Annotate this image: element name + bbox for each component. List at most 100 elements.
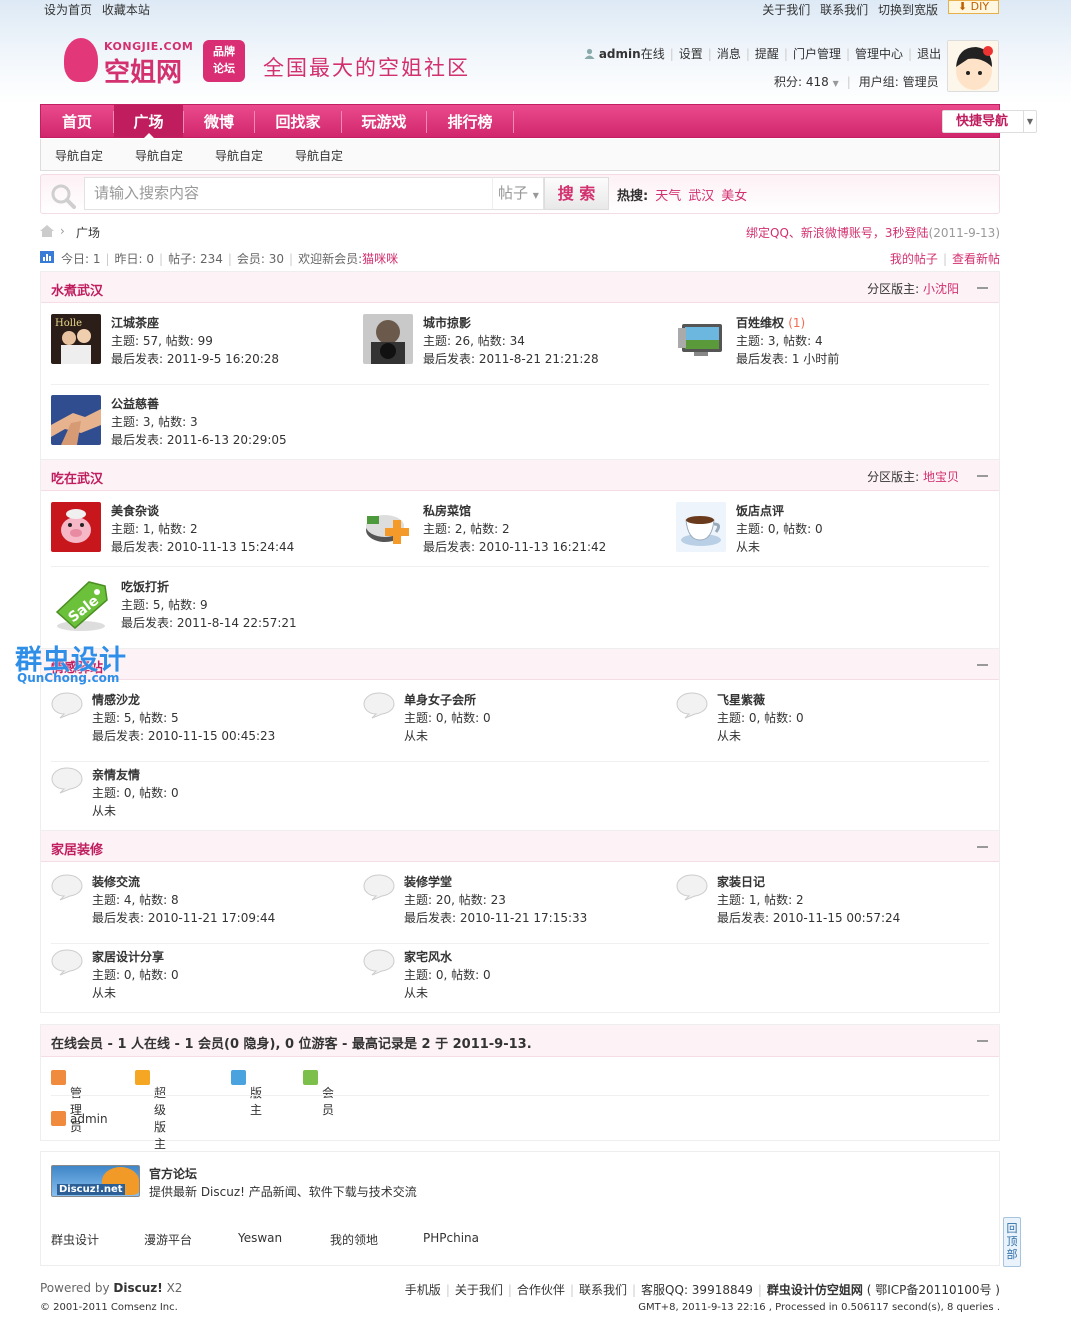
home-icon[interactable] bbox=[40, 225, 54, 237]
new-posts-link[interactable]: 查看新帖 bbox=[952, 252, 1000, 266]
forum-name[interactable]: 家居设计分享 bbox=[92, 948, 164, 965]
site-logo[interactable]: KONGJIE.COM 空姐网 bbox=[64, 34, 193, 88]
nav-weibo[interactable]: 微博 bbox=[184, 105, 254, 137]
discuz-logo[interactable]: Discuz!.net bbox=[51, 1165, 140, 1197]
about-link[interactable]: 关于我们 bbox=[762, 3, 810, 17]
nav-home[interactable]: 首页 bbox=[41, 105, 113, 137]
collapse-icon[interactable] bbox=[977, 664, 988, 666]
forum-last-post[interactable]: 从未 bbox=[736, 538, 760, 555]
partners-link[interactable]: 合作伙伴 bbox=[517, 1283, 565, 1297]
forum-name[interactable]: 吃饭打折 bbox=[121, 578, 169, 595]
forum-name[interactable]: 家装日记 bbox=[717, 873, 765, 890]
wide-mode-link[interactable]: 切换到宽版 bbox=[878, 3, 938, 17]
forum-last-post[interactable]: 最后发表: 1 小时前 bbox=[736, 350, 839, 367]
messages-link[interactable]: 消息 bbox=[717, 47, 741, 61]
category-title[interactable]: 家居装修 bbox=[51, 839, 103, 858]
points[interactable]: 积分: 418 bbox=[774, 75, 829, 89]
forum-last-post[interactable]: 最后发表: 2010-11-21 17:15:33 bbox=[404, 909, 587, 926]
speech-bubble-icon[interactable] bbox=[363, 873, 395, 901]
forum-name[interactable]: 亲情友情 bbox=[92, 766, 140, 783]
icp-number[interactable]: ( 鄂ICP备20110100号 ) bbox=[867, 1283, 1000, 1297]
forum-name[interactable]: 私房菜馆 bbox=[423, 502, 471, 519]
bind-account-link[interactable]: 绑定QQ、新浪微博账号，3秒登陆 bbox=[746, 226, 929, 240]
speech-bubble-icon[interactable] bbox=[363, 691, 395, 719]
forum-last-post[interactable]: 最后发表: 2011-9-5 16:20:28 bbox=[111, 350, 279, 367]
forum-photo-icon[interactable] bbox=[363, 314, 413, 364]
online-user[interactable]: admin bbox=[51, 1111, 108, 1126]
collapse-icon[interactable] bbox=[977, 287, 988, 289]
hot-keyword[interactable]: 武汉 bbox=[688, 189, 714, 204]
subnav-item[interactable]: 导航自定 bbox=[295, 147, 343, 164]
portal-admin-link[interactable]: 门户管理 bbox=[793, 47, 841, 61]
new-member-link[interactable]: 猫咪咪 bbox=[362, 252, 398, 266]
friend-link[interactable]: 群虫设计 bbox=[51, 1231, 99, 1248]
back-to-top-button[interactable]: 回顶部 bbox=[1003, 1217, 1021, 1267]
friend-link[interactable]: 我的领地 bbox=[330, 1231, 378, 1248]
product-link[interactable]: Discuz! bbox=[113, 1281, 162, 1295]
hot-keyword[interactable]: 美女 bbox=[721, 189, 747, 204]
subnav-item[interactable]: 导航自定 bbox=[55, 147, 103, 164]
collapse-icon[interactable] bbox=[977, 475, 988, 477]
bookmark-link[interactable]: 收藏本站 bbox=[102, 3, 150, 17]
hot-keyword[interactable]: 天气 bbox=[655, 189, 681, 204]
moderator-link[interactable]: 地宝贝 bbox=[923, 470, 959, 484]
forum-last-post[interactable]: 最后发表: 2010-11-21 17:09:44 bbox=[92, 909, 275, 926]
official-forum-link[interactable]: 官方论坛 bbox=[149, 1165, 197, 1182]
logout-link[interactable]: 退出 bbox=[917, 47, 941, 61]
moderator-link[interactable]: 小沈阳 bbox=[923, 282, 959, 296]
coffee-cup-icon[interactable] bbox=[676, 502, 726, 552]
my-posts-link[interactable]: 我的帖子 bbox=[890, 252, 938, 266]
speech-bubble-icon[interactable] bbox=[51, 766, 83, 794]
about-footer-link[interactable]: 关于我们 bbox=[455, 1283, 503, 1297]
forum-name[interactable]: 飞星紫薇 bbox=[717, 691, 765, 708]
add-drive-icon[interactable] bbox=[363, 502, 413, 552]
username[interactable]: admin bbox=[599, 47, 641, 61]
forum-name[interactable]: 城市掠影 bbox=[423, 314, 471, 331]
breadcrumb-current[interactable]: 广场 bbox=[76, 224, 100, 241]
forum-name[interactable]: 美食杂谈 bbox=[111, 502, 159, 519]
diy-button[interactable]: ⬇ DIY bbox=[948, 0, 999, 14]
friend-link[interactable]: Yeswan bbox=[238, 1231, 282, 1245]
quick-nav-button[interactable]: 快捷导航 ▼ bbox=[942, 110, 1037, 133]
speech-bubble-icon[interactable] bbox=[51, 873, 83, 901]
reminders-link[interactable]: 提醒 bbox=[755, 47, 779, 61]
category-title[interactable]: 水煮武汉 bbox=[51, 280, 103, 299]
speech-bubble-icon[interactable] bbox=[676, 691, 708, 719]
nav-ranking[interactable]: 排行榜 bbox=[427, 105, 513, 137]
nav-find-home[interactable]: 回找家 bbox=[255, 105, 341, 137]
speech-bubble-icon[interactable] bbox=[51, 948, 83, 976]
forum-name-text[interactable]: 百姓维权 bbox=[736, 316, 784, 330]
nav-games[interactable]: 玩游戏 bbox=[342, 105, 426, 137]
forum-last-post[interactable]: 最后发表: 2011-8-14 22:57:21 bbox=[121, 614, 297, 631]
forum-name[interactable]: 装修交流 bbox=[92, 873, 140, 890]
online-title[interactable]: 在线会员 - 1 人在线 - 1 会员(0 隐身), 0 位游客 - 最高记录是… bbox=[51, 1033, 532, 1052]
friend-link[interactable]: 漫游平台 bbox=[144, 1231, 192, 1248]
nav-plaza[interactable]: 广场 bbox=[114, 105, 183, 138]
settings-link[interactable]: 设置 bbox=[679, 47, 703, 61]
speech-bubble-icon[interactable] bbox=[363, 948, 395, 976]
forum-last-post[interactable]: 最后发表: 2010-11-13 16:21:42 bbox=[423, 538, 606, 555]
forum-name[interactable]: 饭店点评 bbox=[736, 502, 784, 519]
forum-name[interactable]: 家宅风水 bbox=[404, 948, 452, 965]
sale-tag-icon[interactable]: Sale bbox=[51, 578, 111, 634]
collapse-icon[interactable] bbox=[977, 846, 988, 848]
forum-name[interactable]: 装修学堂 bbox=[404, 873, 452, 890]
search-input[interactable]: 请输入搜索内容 bbox=[84, 177, 534, 210]
subnav-item[interactable]: 导航自定 bbox=[135, 147, 183, 164]
admin-center-link[interactable]: 管理中心 bbox=[855, 47, 903, 61]
avatar[interactable] bbox=[947, 40, 999, 92]
category-title[interactable]: 吃在武汉 bbox=[51, 468, 103, 487]
forum-name[interactable]: 单身女子会所 bbox=[404, 691, 476, 708]
hands-icon[interactable] bbox=[51, 395, 101, 445]
contact-footer-link[interactable]: 联系我们 bbox=[579, 1283, 627, 1297]
forum-photo-icon[interactable]: Holle bbox=[51, 314, 101, 364]
forum-last-post[interactable]: 最后发表: 2011-8-21 21:21:28 bbox=[423, 350, 599, 367]
pig-icon[interactable] bbox=[51, 502, 101, 552]
collapse-icon[interactable] bbox=[977, 1040, 988, 1042]
forum-last-post[interactable]: 最后发表: 2010-11-15 00:45:23 bbox=[92, 727, 275, 744]
forum-last-post[interactable]: 最后发表: 2010-11-13 15:24:44 bbox=[111, 538, 294, 555]
forum-last-post[interactable]: 最后发表: 2011-6-13 20:29:05 bbox=[111, 431, 287, 448]
friend-link[interactable]: PHPchina bbox=[423, 1231, 479, 1245]
forum-name[interactable]: 情感沙龙 bbox=[92, 691, 140, 708]
subnav-item[interactable]: 导航自定 bbox=[215, 147, 263, 164]
